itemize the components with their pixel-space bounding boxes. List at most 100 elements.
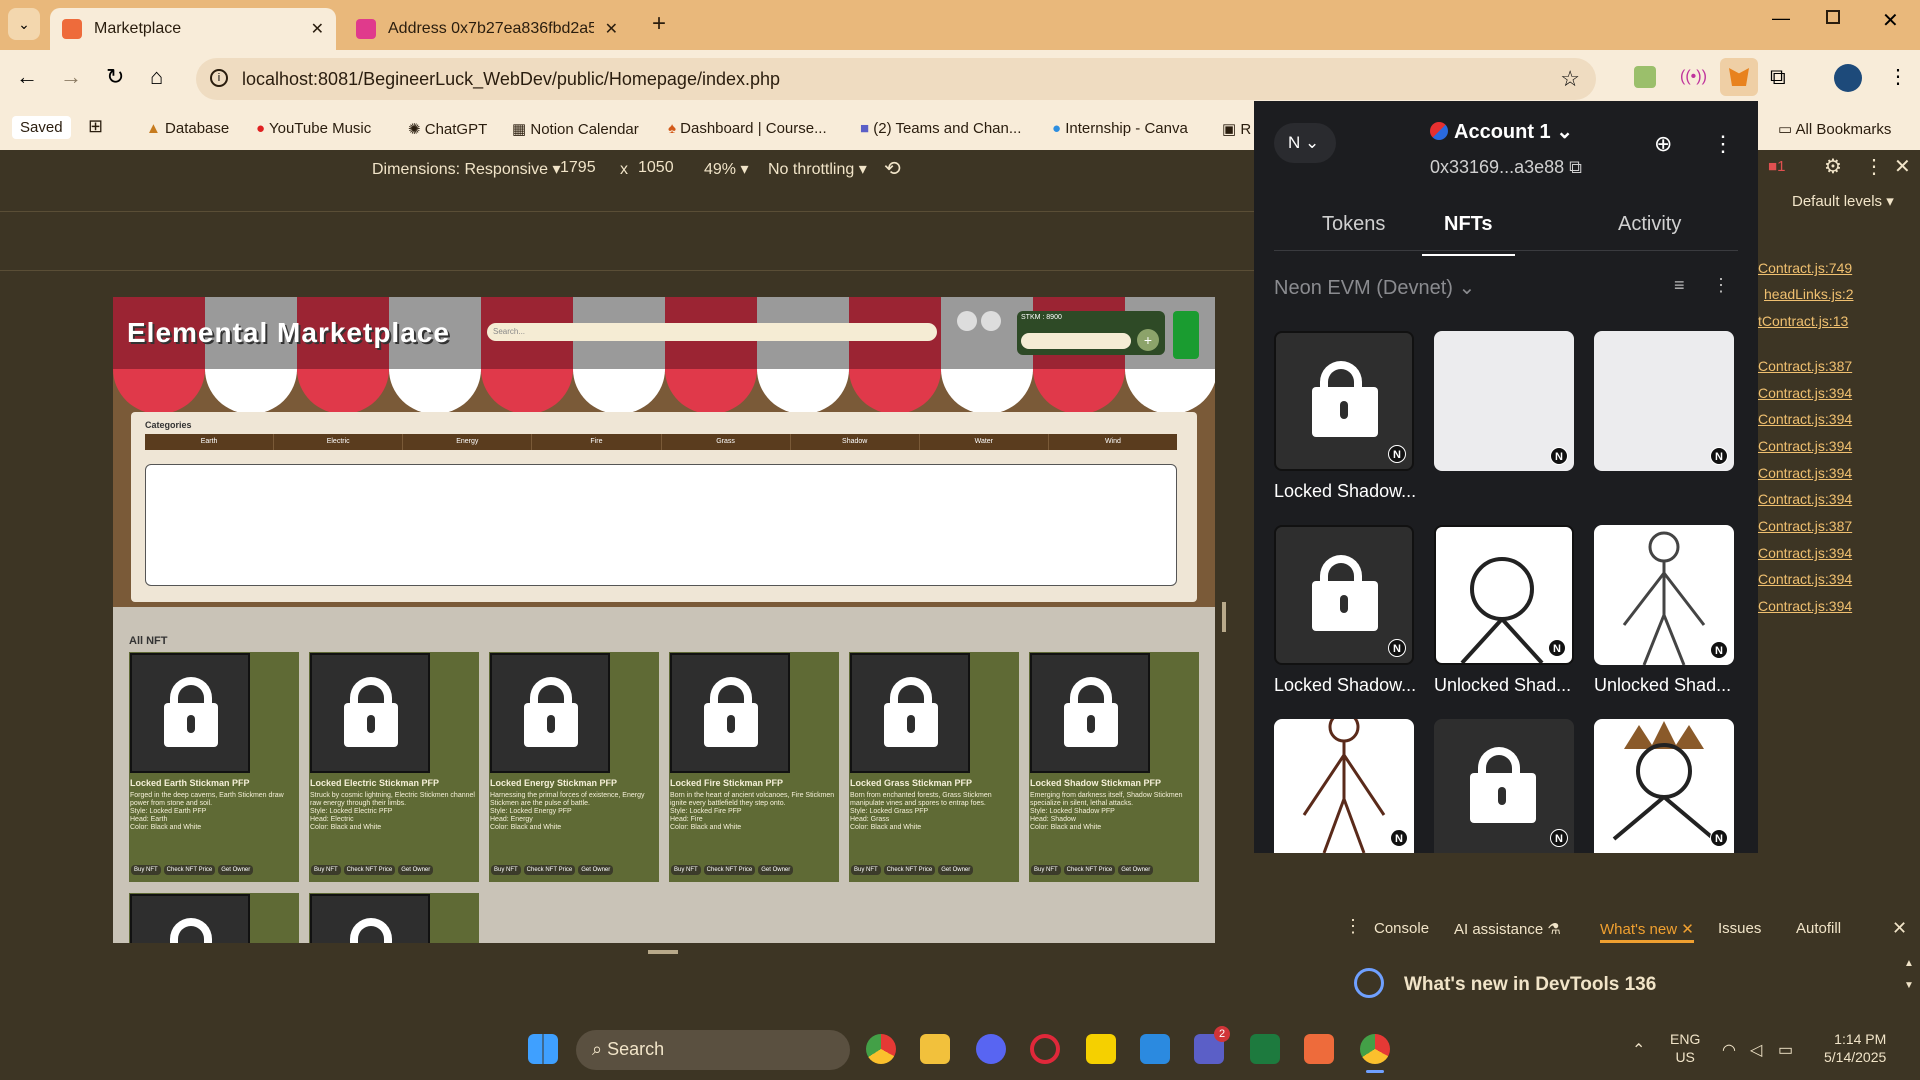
wallet-nft-unlocked[interactable]: N [1274, 719, 1414, 853]
opera-icon[interactable] [1030, 1034, 1060, 1064]
wallet-nft-locked[interactable]: N [1274, 525, 1414, 665]
wallet-nft-placeholder[interactable]: N [1594, 331, 1734, 471]
buy-nft-button[interactable]: Buy NFT [131, 865, 161, 875]
console-link[interactable]: tContract.js:13 [1758, 313, 1848, 329]
get-owner-button[interactable]: Get Owner [218, 865, 254, 875]
volume-icon[interactable]: ◁ [1750, 1040, 1762, 1060]
restore-button[interactable] [1826, 10, 1840, 24]
bookmark-chatgpt[interactable]: ✺ ChatGPT [408, 120, 487, 138]
browser-menu-icon[interactable]: ⋮ [1888, 64, 1908, 89]
minimize-button[interactable]: — [1772, 8, 1790, 29]
drawer-menu-icon[interactable]: ⋮ [1344, 916, 1362, 937]
category-water[interactable]: Water [920, 434, 1049, 450]
check-price-button[interactable]: Check NFT Price [343, 865, 396, 875]
buy-nft-button[interactable]: Buy NFT [851, 865, 881, 875]
bookmark-r[interactable]: ▣ R [1222, 120, 1251, 138]
close-tab-icon[interactable]: ✕ [1681, 921, 1694, 938]
width-input[interactable]: 1795 [560, 159, 596, 177]
drawer-tab-ai-assistance[interactable]: AI assistance ⚗ [1454, 920, 1561, 938]
console-link[interactable]: Contract.js:394 [1758, 545, 1852, 561]
console-link[interactable]: Contract.js:394 [1758, 385, 1852, 401]
check-price-button[interactable]: Check NFT Price [523, 865, 576, 875]
wallet-nft-locked[interactable]: N [1274, 331, 1414, 471]
get-owner-button[interactable]: Get Owner [758, 865, 794, 875]
tab-address[interactable]: Address 0x7b27ea836fbd2a5e1 ✕ [344, 8, 630, 50]
get-owner-button[interactable]: Get Owner [938, 865, 974, 875]
drawer-tab-console[interactable]: Console [1374, 920, 1429, 937]
resize-handle-bottom[interactable] [648, 950, 678, 954]
start-windows-icon[interactable] [528, 1034, 558, 1064]
extensions-puzzle-icon[interactable]: ⧉ [1770, 64, 1786, 90]
tab-marketplace[interactable]: Marketplace ✕ [50, 8, 336, 50]
settings-gear-icon[interactable]: ⚙ [1824, 154, 1842, 179]
cart-icon[interactable] [981, 311, 1001, 331]
buy-nft-button[interactable]: Buy NFT [311, 865, 341, 875]
filter-icon[interactable]: ≡ [1674, 275, 1685, 296]
language-indicator[interactable]: ENG US [1670, 1030, 1700, 1066]
close-drawer-icon[interactable]: ✕ [1892, 918, 1907, 939]
check-price-button[interactable]: Check NFT Price [1063, 865, 1116, 875]
throttling-select[interactable]: No throttling ▾ [768, 159, 867, 179]
category-shadow[interactable]: Shadow [791, 434, 920, 450]
get-owner-button[interactable]: Get Owner [398, 865, 434, 875]
metamask-fox-icon[interactable] [1720, 58, 1758, 96]
profile-icon[interactable] [957, 311, 977, 331]
category-grass[interactable]: Grass [662, 434, 791, 450]
token-amount-input[interactable] [1021, 333, 1131, 349]
bookmark-database[interactable]: ▲ Database [146, 120, 229, 137]
category-energy[interactable]: Energy [403, 434, 533, 450]
wallet-button[interactable] [1173, 311, 1199, 359]
drawer-tab-whats-new[interactable]: What's new ✕ [1600, 920, 1694, 943]
home-icon[interactable]: ⌂ [150, 64, 163, 90]
network-filter[interactable]: Neon EVM (Devnet) ⌄ [1274, 275, 1475, 300]
sticky-notes-icon[interactable] [1086, 1034, 1116, 1064]
clock[interactable]: 1:14 PM 5/14/2025 [1824, 1030, 1886, 1066]
nft-options-icon[interactable]: ⋮ [1712, 275, 1730, 296]
connections-globe-icon[interactable]: ⊕ [1654, 131, 1672, 157]
drawer-scrollbar[interactable]: ▲ ▼ [1904, 958, 1914, 1018]
close-devtools-icon[interactable]: ✕ [1894, 154, 1911, 179]
buy-nft-button[interactable]: Buy NFT [671, 865, 701, 875]
site-info-icon[interactable]: i [210, 69, 228, 87]
wallet-nft-unlocked[interactable]: N [1594, 525, 1734, 665]
height-input[interactable]: 1050 [638, 159, 674, 177]
console-link[interactable]: Contract.js:394 [1758, 438, 1852, 454]
console-link[interactable]: Contract.js:394 [1758, 571, 1852, 587]
teams-icon[interactable]: 2 [1194, 1026, 1230, 1064]
wallet-tab-activity[interactable]: Activity [1618, 213, 1681, 236]
drawer-tab-autofill[interactable]: Autofill [1796, 920, 1841, 937]
back-icon[interactable]: ← [16, 64, 38, 90]
console-link[interactable]: Contract.js:394 [1758, 411, 1852, 427]
wallet-nft-locked[interactable]: N [1434, 719, 1574, 853]
wallet-nft-unlocked[interactable]: N [1594, 719, 1734, 853]
file-explorer-icon[interactable] [920, 1034, 950, 1064]
chrome-active-icon[interactable] [1360, 1034, 1390, 1064]
add-token-button[interactable]: + [1137, 329, 1159, 351]
bookmark-canva[interactable]: ● Internship - Canva [1052, 120, 1188, 137]
wallet-tab-tokens[interactable]: Tokens [1322, 213, 1385, 236]
close-tab-icon[interactable]: ✕ [311, 19, 324, 39]
account-picker[interactable]: Account 1 ⌄ [1430, 119, 1573, 144]
taskbar-search[interactable]: ⌕ Search [576, 1030, 850, 1070]
error-count-badge[interactable]: ■1 [1768, 158, 1785, 175]
bookmark-dashboard[interactable]: ♠ Dashboard | Course... [668, 120, 827, 137]
dimensions-select[interactable]: Dimensions: Responsive ▾ [372, 159, 561, 179]
extension-icon[interactable] [1634, 66, 1656, 88]
battery-icon[interactable]: ▭ [1778, 1040, 1793, 1060]
devtools-menu-icon[interactable]: ⋮ [1864, 154, 1884, 179]
category-fire[interactable]: Fire [532, 434, 662, 450]
page-search-input[interactable]: Search... [487, 323, 937, 341]
buy-nft-button[interactable]: Buy NFT [491, 865, 521, 875]
wallet-nft-unlocked[interactable]: N [1434, 525, 1574, 665]
console-link[interactable]: Contract.js:749 [1758, 260, 1852, 276]
reload-icon[interactable]: ↻ [106, 64, 124, 90]
console-link[interactable]: Contract.js:394 [1758, 465, 1852, 481]
bookmark-teams[interactable]: ■ (2) Teams and Chan... [860, 120, 1021, 137]
buy-nft-button[interactable]: Buy NFT [1031, 865, 1061, 875]
extension-icon[interactable]: ((•)) [1680, 68, 1707, 86]
wifi-icon[interactable]: ◠ [1722, 1040, 1736, 1060]
log-levels-select[interactable]: Default levels ▾ [1792, 192, 1894, 210]
apps-grid-icon[interactable]: ⊞ [88, 116, 103, 137]
account-address[interactable]: 0x33169...a3e88 ⧉ [1430, 157, 1582, 178]
saved-button[interactable]: Saved [12, 116, 71, 139]
